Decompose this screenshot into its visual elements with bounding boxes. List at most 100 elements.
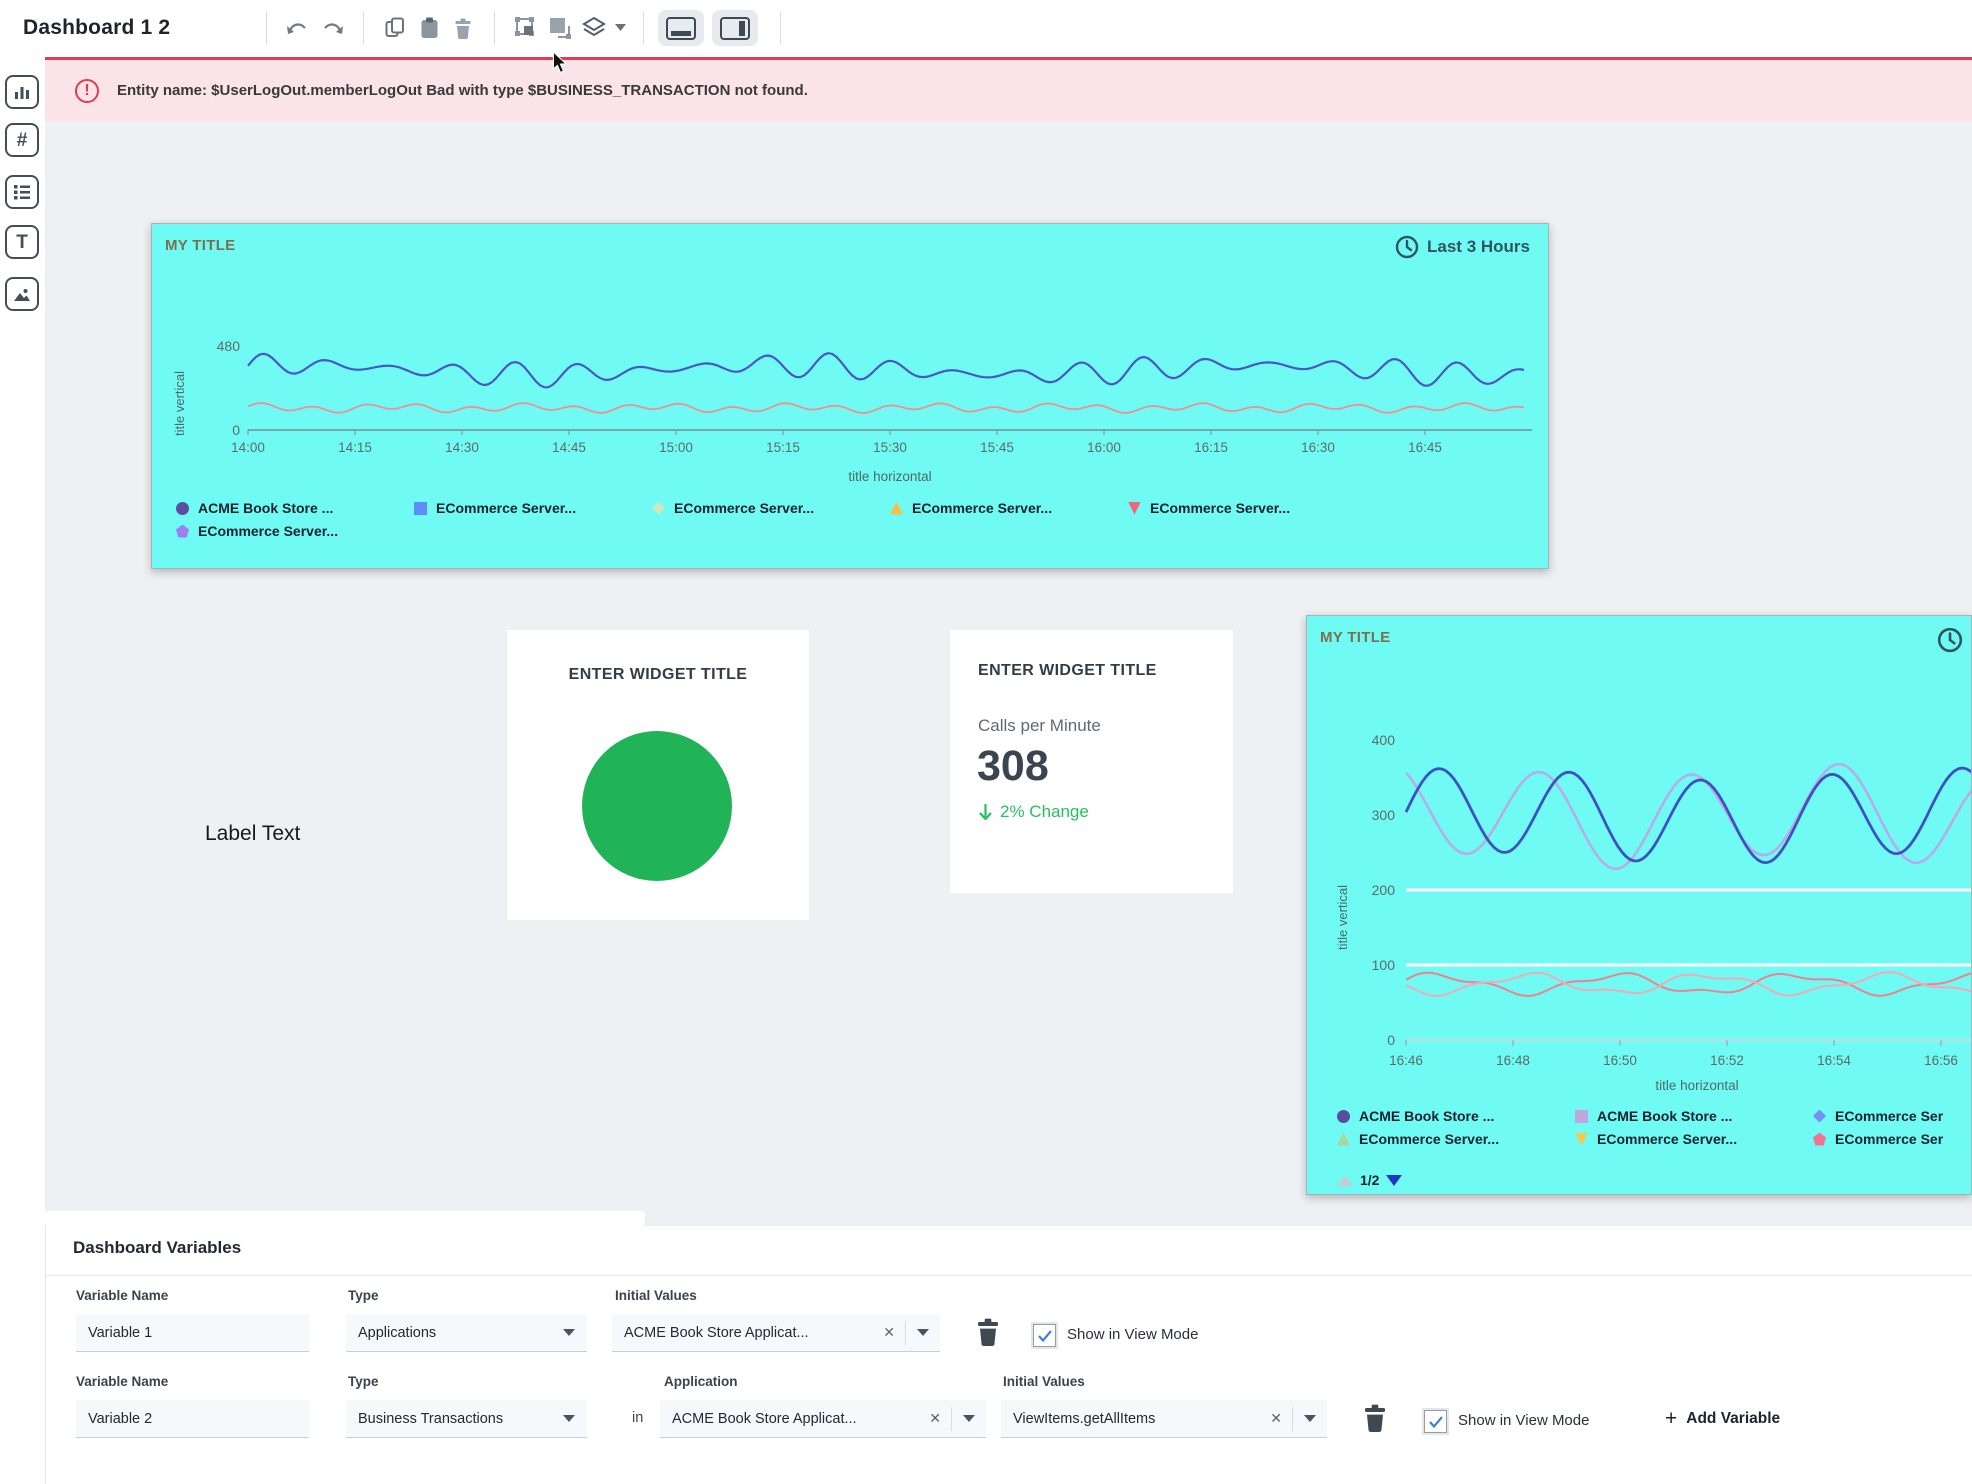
widget2-xticks: 16:4616:4816:5016:5216:5416:56: [1406, 1053, 1972, 1071]
legend-item[interactable]: ECommerce Ser: [1813, 1108, 1972, 1124]
application-label: Application: [664, 1374, 738, 1389]
y-tick-label: 200: [1345, 882, 1395, 898]
delete-variable-icon[interactable]: [976, 1318, 1000, 1351]
layers-icon[interactable]: [577, 11, 611, 45]
legend-item[interactable]: ECommerce Server...: [890, 500, 1128, 516]
legend-item[interactable]: ECommerce Server...: [176, 523, 414, 539]
text-widget-icon[interactable]: T: [5, 225, 39, 259]
type-select[interactable]: Applications: [346, 1314, 587, 1352]
square-marker-icon: [1575, 1110, 1588, 1123]
show-in-view-mode-checkbox[interactable]: [1033, 1324, 1056, 1347]
dashboard-title: Dashboard 1 2: [23, 16, 170, 40]
chevron-down-icon[interactable]: [1304, 1415, 1316, 1422]
x-tick-label: 14:45: [552, 440, 586, 455]
page-down-icon[interactable]: [1386, 1175, 1402, 1186]
pentagon-marker-icon: [1813, 1133, 1826, 1146]
variable-name-input[interactable]: Variable 2: [76, 1400, 309, 1438]
add-variable-button[interactable]: + Add Variable: [1665, 1408, 1780, 1429]
widget1-ytick: 480: [190, 338, 240, 354]
application-chip[interactable]: ACME Book Store Applicat... ✕: [660, 1400, 986, 1438]
undo-button[interactable]: [281, 11, 315, 45]
x-tick-label: 16:52: [1710, 1053, 1744, 1068]
timeseries-widget-2[interactable]: MY TITLE title vertical 4003002001000 16…: [1306, 615, 1972, 1195]
error-banner: ! Entity name: $UserLogOut.memberLogOut …: [45, 57, 1972, 121]
toggle-right-panel-button[interactable]: [712, 10, 758, 46]
legend-item[interactable]: ECommerce Server...: [1575, 1131, 1813, 1147]
legend-item[interactable]: ACME Book Store ...: [176, 500, 414, 516]
legend-label: ECommerce Ser: [1835, 1108, 1943, 1124]
chevron-down-icon[interactable]: [963, 1415, 975, 1422]
legend-item[interactable]: ECommerce Ser: [1813, 1131, 1972, 1147]
clear-icon[interactable]: ✕: [919, 1410, 951, 1427]
image-widget-icon[interactable]: [5, 277, 39, 311]
circle-marker-icon: [176, 502, 189, 515]
show-in-view-mode-label: Show in View Mode: [1458, 1412, 1589, 1429]
triangle-down-marker-icon: [1575, 1133, 1588, 1146]
legend-label: ECommerce Server...: [912, 500, 1052, 516]
list-widget-icon[interactable]: [5, 175, 39, 209]
legend-label: ACME Book Store ...: [198, 500, 333, 516]
panel-title: Dashboard Variables: [73, 1238, 241, 1258]
paste-icon[interactable]: [412, 11, 446, 45]
metric-widget-icon[interactable]: #: [5, 123, 39, 157]
in-label: in: [632, 1410, 643, 1426]
group-icon[interactable]: [509, 11, 543, 45]
legend-item[interactable]: ECommerce Server...: [1128, 500, 1366, 516]
redo-button[interactable]: [315, 11, 349, 45]
x-tick-label: 16:46: [1389, 1053, 1423, 1068]
x-tick-label: 14:15: [338, 440, 372, 455]
chevron-down-icon[interactable]: [917, 1329, 929, 1336]
page-up-icon[interactable]: [1337, 1175, 1353, 1186]
triangle-up-marker-icon: [1337, 1133, 1350, 1146]
clear-icon[interactable]: ✕: [873, 1324, 905, 1341]
widget1-legend: ACME Book Store ...ECommerce Server...EC…: [176, 500, 1516, 539]
legend-pager: 1/2: [1337, 1172, 1402, 1188]
error-icon: !: [75, 79, 99, 103]
variable-name-input[interactable]: Variable 1: [76, 1314, 309, 1352]
initial-values-chip[interactable]: ACME Book Store Applicat... ✕: [612, 1314, 940, 1352]
legend-label: ECommerce Server...: [1359, 1131, 1499, 1147]
toggle-bottom-panel-button[interactable]: [658, 10, 704, 46]
ungroup-icon[interactable]: [543, 11, 577, 45]
delete-variable-icon[interactable]: [1363, 1404, 1387, 1437]
widget1-xticks: 14:0014:1514:3014:4515:0015:1515:3015:45…: [248, 440, 1532, 458]
initial-values-chip[interactable]: ViewItems.getAllItems ✕: [1001, 1400, 1327, 1438]
copy-icon[interactable]: [378, 11, 412, 45]
y-tick-label: 300: [1345, 807, 1395, 823]
legend-label: ACME Book Store ...: [1597, 1108, 1732, 1124]
horizontal-scrollbar[interactable]: [45, 1211, 645, 1226]
show-in-view-mode-checkbox[interactable]: [1424, 1410, 1447, 1433]
variable-name-label: Variable Name: [76, 1374, 168, 1389]
label-widget[interactable]: Label Text: [205, 822, 300, 846]
pie-widget[interactable]: ENTER WIDGET TITLE: [507, 630, 809, 920]
legend-label: ECommerce Server...: [1150, 500, 1290, 516]
x-tick-label: 16:15: [1194, 440, 1228, 455]
clear-icon[interactable]: ✕: [1260, 1410, 1292, 1427]
type-select[interactable]: Business Transactions: [346, 1400, 587, 1438]
toolbar-divider: [643, 11, 644, 45]
legend-item[interactable]: ECommerce Server...: [652, 500, 890, 516]
legend-item[interactable]: ACME Book Store ...: [1575, 1108, 1813, 1124]
chart-widget-icon[interactable]: [5, 75, 39, 109]
delete-icon[interactable]: [446, 11, 480, 45]
legend-item[interactable]: ECommerce Server...: [414, 500, 652, 516]
x-tick-label: 16:45: [1408, 440, 1442, 455]
x-tick-label: 15:15: [766, 440, 800, 455]
widget1-xlabel: title horizontal: [590, 469, 1190, 484]
metric-widget[interactable]: ENTER WIDGET TITLE Calls per Minute 308 …: [950, 630, 1233, 893]
diamond-marker-icon: [652, 502, 665, 515]
right-panel-icon: [720, 17, 750, 40]
add-variable-label: Add Variable: [1686, 1410, 1780, 1428]
dashboard-variables-panel: Dashboard Variables Variable Name Variab…: [45, 1226, 1972, 1484]
legend-item[interactable]: ACME Book Store ...: [1337, 1108, 1575, 1124]
widget1-ytick: 0: [190, 422, 240, 438]
time-range[interactable]: [1937, 627, 1963, 658]
type-select-value: Business Transactions: [358, 1411, 503, 1427]
layers-caret-icon[interactable]: [611, 11, 629, 45]
widget2-xlabel: title horizontal: [1397, 1078, 1972, 1093]
time-range[interactable]: Last 3 Hours: [1395, 235, 1530, 259]
timeseries-widget-1[interactable]: MY TITLE Last 3 Hours title vertical 480…: [151, 223, 1549, 569]
metric-label: Calls per Minute: [978, 716, 1101, 736]
type-label: Type: [348, 1374, 379, 1389]
legend-item[interactable]: ECommerce Server...: [1337, 1131, 1575, 1147]
